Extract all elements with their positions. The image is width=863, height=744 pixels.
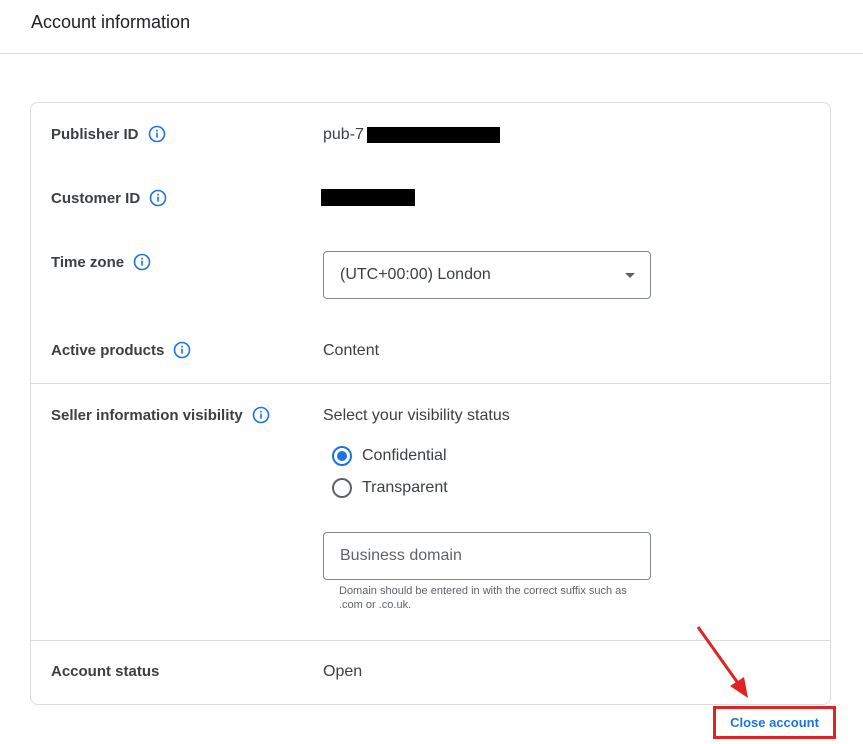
radio-unchecked-icon[interactable] bbox=[332, 478, 352, 498]
time-zone-label-text: Time zone bbox=[51, 253, 125, 271]
account-status-label-text: Account status bbox=[51, 663, 160, 680]
publisher-id-value: pub-7 bbox=[323, 126, 364, 143]
info-icon[interactable] bbox=[149, 189, 167, 207]
close-account-button[interactable]: Close account bbox=[713, 706, 836, 739]
info-icon[interactable] bbox=[173, 341, 191, 359]
account-info-card: Publisher ID pub-7 Customer ID Time zone… bbox=[30, 102, 831, 705]
info-icon[interactable] bbox=[148, 125, 166, 143]
publisher-id-redaction bbox=[367, 127, 500, 143]
publisher-id-label: Publisher ID bbox=[51, 125, 166, 143]
time-zone-selected-value: (UTC+00:00) London bbox=[340, 266, 491, 283]
radio-transparent[interactable]: Transparent bbox=[332, 478, 448, 498]
seller-visibility-label-text: Seller information visibility bbox=[51, 406, 243, 424]
page-header: Account information bbox=[0, 0, 863, 54]
customer-id-label-text: Customer ID bbox=[51, 189, 141, 207]
active-products-label: Active products bbox=[51, 341, 191, 359]
section-divider bbox=[31, 383, 830, 384]
radio-confidential-label: Confidential bbox=[362, 447, 447, 464]
account-status-value: Open bbox=[323, 663, 363, 680]
info-icon[interactable] bbox=[252, 406, 270, 424]
page-title: Account information bbox=[31, 12, 191, 32]
customer-id-redaction bbox=[321, 189, 415, 206]
time-zone-select[interactable]: (UTC+00:00) London bbox=[323, 251, 651, 299]
dropdown-arrow-icon bbox=[625, 273, 635, 278]
publisher-id-label-text: Publisher ID bbox=[51, 125, 139, 143]
account-status-label: Account status bbox=[51, 663, 159, 680]
annotation-arrow-icon bbox=[696, 626, 748, 698]
radio-confidential[interactable]: Confidential bbox=[332, 446, 447, 466]
time-zone-label: Time zone bbox=[51, 253, 151, 271]
active-products-label-text: Active products bbox=[51, 341, 165, 359]
business-domain-input[interactable] bbox=[323, 532, 651, 580]
customer-id-label: Customer ID bbox=[51, 189, 167, 207]
radio-checked-icon[interactable] bbox=[332, 446, 352, 466]
radio-transparent-label: Transparent bbox=[362, 479, 448, 496]
visibility-prompt: Select your visibility status bbox=[323, 407, 510, 424]
info-icon[interactable] bbox=[133, 253, 151, 271]
seller-visibility-label: Seller information visibility bbox=[51, 406, 270, 424]
active-products-value: Content bbox=[323, 342, 380, 359]
business-domain-hint: Domain should be entered in with the cor… bbox=[339, 585, 627, 611]
